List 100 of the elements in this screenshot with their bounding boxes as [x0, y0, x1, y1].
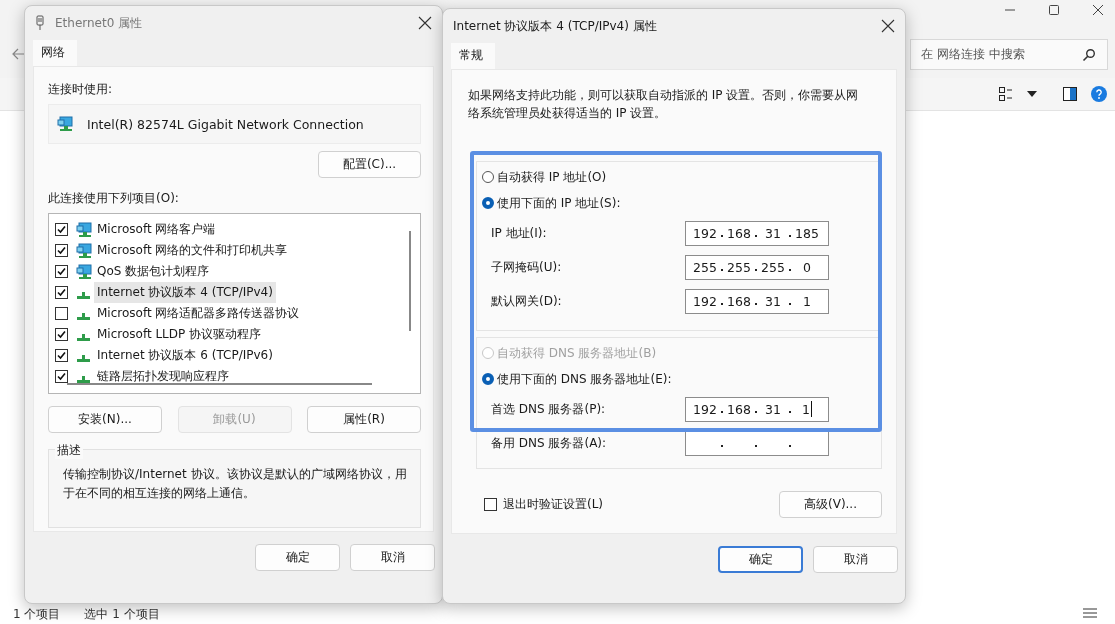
checkbox[interactable]: [55, 265, 68, 278]
description-text: 传输控制协议/Internet 协议。该协议是默认的广域网络协议，用于在不同的相互连接的网络上通信。: [63, 466, 408, 502]
checkbox[interactable]: [55, 328, 68, 341]
list-item[interactable]: 链路层拓扑发现响应程序: [94, 366, 232, 387]
checkbox[interactable]: [484, 498, 497, 511]
dialog-button[interactable]: 确定: [255, 544, 340, 571]
list-item[interactable]: Microsoft 网络客户端: [94, 219, 219, 240]
check-icon: [57, 246, 66, 255]
ip-address-field[interactable]: [685, 430, 829, 456]
field-label: 默认网关(D):: [491, 292, 562, 310]
close-icon[interactable]: [1092, 4, 1104, 16]
intro-text: 如果网络支持此功能，则可以获取自动指派的 IP 设置。否则，你需要从网络系统管理员处获得适当的 IP 设置。: [468, 87, 860, 122]
maximize-icon[interactable]: [1048, 4, 1060, 16]
octet-text: 31: [765, 293, 781, 309]
caret-icon[interactable]: [1027, 91, 1037, 97]
list-item[interactable]: Internet 协议版本 6 (TCP/IPv6): [94, 345, 276, 366]
ip-address-field[interactable]: 255 255 255 0: [685, 254, 829, 280]
window-title: Internet 协议版本 4 (TCP/IPv4) 属性: [453, 17, 658, 35]
checkbox[interactable]: [55, 223, 68, 236]
status-text: 选中 1 个项目: [84, 605, 160, 623]
network-protocol-icon: [77, 355, 90, 362]
field-label: 首选 DNS 服务器(P):: [491, 400, 606, 418]
action-button[interactable]: 属性(R): [307, 406, 421, 433]
network-client-icon: [76, 221, 92, 238]
field-label: 子网掩码(U):: [491, 258, 562, 276]
ip-address-field[interactable]: 192 168 31 185: [685, 220, 829, 246]
list-item[interactable]: Microsoft LLDP 协议驱动程序: [94, 324, 265, 345]
network-protocol-icon: [77, 292, 90, 299]
close-icon[interactable]: [418, 16, 432, 30]
back-arrow-icon[interactable]: [12, 48, 26, 60]
radio-label: 使用下面的 DNS 服务器地址(E):: [497, 370, 672, 388]
ip-address-field[interactable]: 192 168 31 1: [685, 396, 829, 422]
checkbox[interactable]: [55, 349, 68, 362]
field-label: 备用 DNS 服务器(A):: [491, 434, 607, 452]
window-title: Ethernet0 属性: [55, 14, 144, 32]
octet-text: 31: [765, 401, 781, 417]
octet-text: 255: [727, 259, 751, 275]
octet-text: 168: [727, 293, 751, 309]
radio-label: 自动获得 DNS 服务器地址(B): [497, 344, 657, 362]
check-icon: [57, 225, 66, 234]
tab[interactable]: 常规: [451, 43, 495, 69]
network-adapter-icon: [57, 116, 73, 132]
view-options-icon[interactable]: [999, 87, 1013, 101]
network-protocol-icon: [77, 376, 90, 383]
scrollbar-thumb[interactable]: [67, 383, 372, 385]
check-icon: [57, 372, 66, 381]
dialog-button[interactable]: 取消: [813, 546, 898, 573]
text-cursor: [810, 401, 812, 417]
section-label: 连接时使用:: [48, 81, 114, 98]
section-label: 此连接使用下列项目(O):: [48, 190, 180, 207]
checkbox-label: 退出时验证设置(L): [503, 496, 604, 513]
dialog-button[interactable]: 取消: [350, 544, 435, 571]
search-icon[interactable]: [1082, 47, 1096, 62]
help-icon[interactable]: [1091, 86, 1107, 102]
ip-address-field[interactable]: 192 168 31 1: [685, 288, 829, 314]
octet-text: 1: [803, 293, 811, 309]
radio-label: 使用下面的 IP 地址(S):: [497, 194, 621, 212]
action-button[interactable]: 安装(N)...: [48, 406, 162, 433]
checkbox[interactable]: [55, 286, 68, 299]
check-icon: [57, 288, 66, 297]
advanced-button[interactable]: 高级(V)...: [779, 491, 882, 518]
network-protocol-icon: [77, 313, 90, 320]
octet-text: 0: [803, 259, 811, 275]
radio-label: 自动获得 IP 地址(O): [497, 168, 607, 186]
network-client-icon: [76, 263, 92, 280]
list-item[interactable]: QoS 数据包计划程序: [94, 261, 213, 282]
checkbox[interactable]: [55, 307, 68, 320]
radio-button[interactable]: [482, 171, 494, 183]
preview-pane-icon[interactable]: [1063, 87, 1077, 101]
check-icon: [57, 267, 66, 276]
configure-button[interactable]: 配置(C)...: [318, 151, 421, 178]
radio-button[interactable]: [482, 373, 494, 385]
octet-text: 1: [802, 401, 810, 417]
check-icon: [57, 330, 66, 339]
list-item[interactable]: Microsoft 网络的文件和打印机共享: [94, 240, 291, 261]
octet-text: 192: [693, 293, 717, 309]
checkbox[interactable]: [55, 244, 68, 257]
octet-text: 168: [727, 225, 751, 241]
list-item[interactable]: Internet 协议版本 4 (TCP/IPv4): [94, 282, 276, 303]
radio-button[interactable]: [482, 197, 494, 209]
octet-text: 31: [765, 225, 781, 241]
group-title: 描述: [55, 442, 83, 459]
search-field[interactable]: 在 网络连接 中搜索: [910, 38, 1108, 70]
octet-text: 255: [693, 259, 717, 275]
checkbox[interactable]: [55, 370, 68, 383]
octet-text: 192: [693, 225, 717, 241]
tab[interactable]: 网络: [33, 40, 77, 66]
check-icon: [57, 351, 66, 360]
ethernet-plug-icon: [35, 15, 45, 31]
details-view-icon[interactable]: [1083, 608, 1097, 620]
close-icon[interactable]: [881, 19, 895, 33]
dialog-button[interactable]: 确定: [718, 546, 803, 573]
network-client-icon: [76, 242, 92, 259]
octet-text: 168: [727, 401, 751, 417]
network-protocol-icon: [77, 334, 90, 341]
octet-text: 192: [693, 401, 717, 417]
scrollbar-thumb[interactable]: [409, 231, 411, 331]
field-label: IP 地址(I):: [491, 224, 547, 242]
list-item[interactable]: Microsoft 网络适配器多路传送器协议: [94, 303, 303, 324]
octet-text: 255: [761, 259, 785, 275]
